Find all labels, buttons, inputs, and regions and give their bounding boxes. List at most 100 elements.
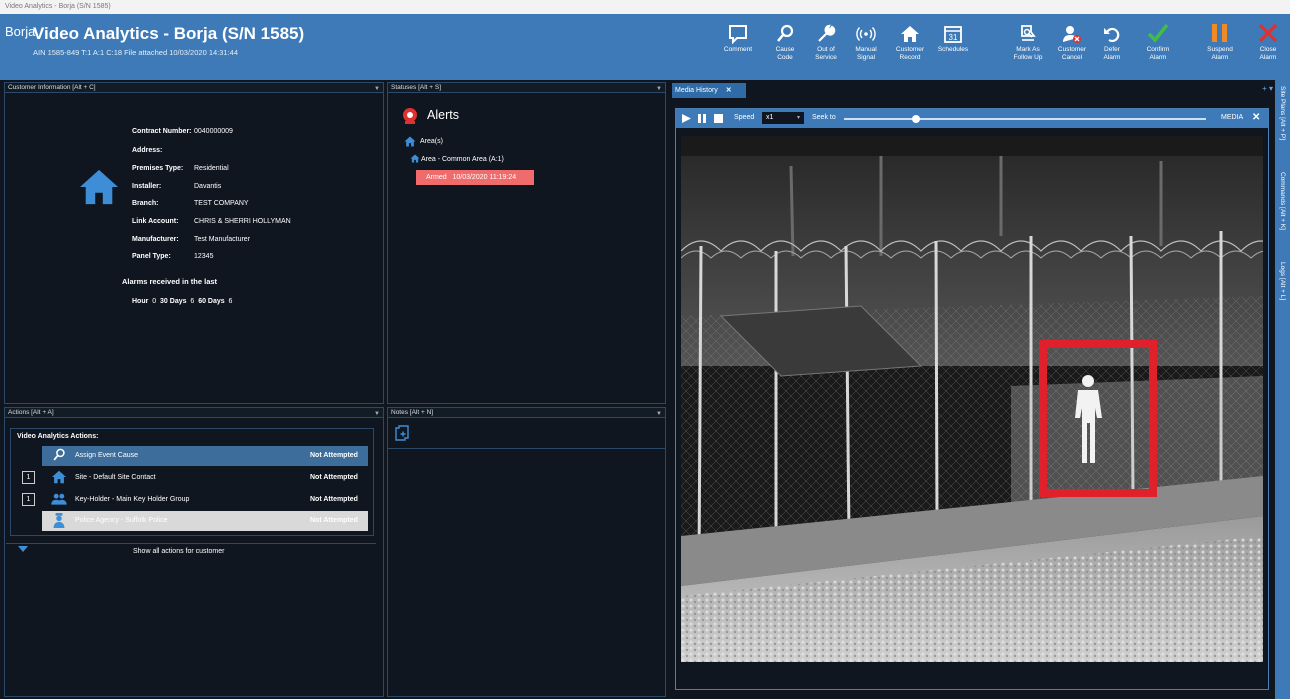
toolbar-label: Customer Cancel	[1057, 46, 1087, 61]
home-icon	[410, 154, 420, 163]
status-badge[interactable]: Armed 10/03/2020 11:19:24	[416, 170, 534, 185]
toolbar-label: Defer Alarm	[1103, 46, 1121, 61]
add-note-icon[interactable]	[395, 425, 409, 441]
alarm-header: Video Analytics - Borja (S/N 1585) AIN 1…	[0, 14, 1290, 80]
rail-site-plans[interactable]: Site Plans [Alt + P]	[1279, 86, 1286, 140]
pause-icon[interactable]	[698, 114, 707, 123]
panel-menu-icon[interactable]: ▼	[374, 84, 380, 94]
action-status: Not Attempted	[310, 496, 358, 503]
alerts-title: Alerts	[427, 108, 459, 122]
action-label[interactable]: Site - Default Site Contact	[75, 468, 156, 488]
customer-record-button[interactable]: Customer Record	[890, 14, 930, 80]
field-row: Contract Number: 0040000009	[132, 128, 233, 135]
panel-title: Actions [Alt + A]	[8, 409, 54, 416]
panel-menu-icon[interactable]: ▼	[374, 409, 380, 419]
seek-slider[interactable]	[844, 118, 1206, 120]
divider	[6, 543, 376, 544]
home-icon	[80, 169, 118, 205]
close-alarm-button[interactable]: Close Alarm	[1248, 14, 1288, 80]
close-icon[interactable]: ✕	[1252, 112, 1260, 123]
action-count: 1	[22, 493, 35, 506]
panel-menu-icon[interactable]: ▼	[656, 409, 662, 419]
out-of-service-button[interactable]: Out of Service	[806, 14, 846, 80]
seek-handle[interactable]	[912, 115, 921, 123]
area-item[interactable]: Area - Common Area (A:1)	[421, 156, 504, 163]
alarm-subtitle: AIN 1585-849 T:1 A:1 C:18 File attached …	[33, 48, 239, 57]
suspend-alarm-button[interactable]: Suspend Alarm	[1200, 14, 1240, 80]
pause-icon	[1212, 24, 1227, 42]
undo-icon	[1104, 27, 1120, 43]
search-icon	[777, 24, 794, 42]
alarms-heading: Alarms received in the last	[122, 277, 218, 286]
speed-label: Speed	[734, 114, 755, 121]
panel-title: Notes [Alt + N]	[391, 409, 434, 416]
customer-cancel-button[interactable]: Customer Cancel	[1052, 14, 1092, 80]
play-icon[interactable]	[682, 114, 691, 123]
toolbar-label: Mark As Follow Up	[1013, 46, 1043, 61]
cause-code-button[interactable]: Cause Code	[765, 14, 805, 80]
media-tab-bar: Media History ✕ + ▾	[670, 82, 1275, 98]
panel-title: Statuses [Alt + S]	[391, 84, 442, 91]
home-icon	[404, 136, 416, 147]
calendar-icon: 31	[944, 26, 962, 43]
field-row: Premises Type: Residential	[132, 165, 229, 172]
action-status: Not Attempted	[310, 517, 358, 524]
wrench-icon	[818, 24, 836, 42]
thermal-video-frame	[681, 136, 1263, 662]
areas-label[interactable]: Area(s)	[420, 138, 443, 145]
confirm-alarm-button[interactable]: Confirm Alarm	[1138, 14, 1178, 80]
chevron-down-icon[interactable]	[18, 546, 28, 552]
field-row: Address:	[132, 147, 163, 154]
panel-title: Customer Information [Alt + C]	[8, 84, 96, 91]
alarm-counts: Hour 0 30 Days 6 60 Days 6	[132, 298, 233, 305]
show-all-actions-link[interactable]: Show all actions for customer	[133, 548, 224, 555]
toolbar-label: Suspend Alarm	[1207, 46, 1233, 61]
customer-name: Borja	[5, 24, 36, 39]
tab-add-icon[interactable]: + ▾	[1262, 84, 1273, 93]
rail-logs[interactable]: Logs [Alt + L]	[1279, 262, 1286, 300]
calendar-day: 31	[949, 33, 958, 42]
action-label: Assign Event Cause	[75, 452, 139, 459]
alarm-siren-icon	[403, 108, 417, 124]
group-icon	[51, 493, 67, 505]
stop-icon[interactable]	[714, 114, 723, 123]
toolbar-label: Out of Service	[815, 46, 837, 61]
user-cancel-icon	[1063, 26, 1081, 43]
toolbar-label: Schedules	[937, 46, 969, 53]
action-label[interactable]: Key-Holder - Main Key Holder Group	[75, 490, 189, 510]
toolbar-label: Manual Signal	[855, 46, 877, 61]
signal-icon	[856, 27, 876, 41]
field-row: Panel Type: 12345	[132, 253, 214, 260]
actions-group-title: Video Analytics Actions:	[17, 433, 99, 440]
rail-commands[interactable]: Commands [Alt + K]	[1279, 172, 1286, 230]
tab-media-history[interactable]: Media History ✕	[672, 83, 746, 98]
panel-menu-icon[interactable]: ▼	[656, 84, 662, 94]
defer-alarm-button[interactable]: Defer Alarm	[1092, 14, 1132, 80]
search-icon	[53, 448, 65, 461]
action-count: 1	[22, 471, 35, 484]
toolbar-label: Customer Record	[895, 46, 925, 61]
action-status: Not Attempted	[310, 474, 358, 481]
seek-label: Seek to	[812, 114, 836, 121]
check-icon	[1147, 23, 1169, 43]
close-icon[interactable]: ✕	[726, 87, 732, 94]
comment-icon	[729, 25, 747, 44]
mark-follow-up-button[interactable]: Mark As Follow Up	[1008, 14, 1048, 80]
action-label: Police Agency - Suffolk Police	[75, 517, 168, 524]
police-icon	[53, 513, 65, 528]
manual-signal-button[interactable]: Manual Signal	[846, 14, 886, 80]
field-row: Installer: Davantis	[132, 183, 222, 190]
window-titlebar: Video Analytics - Borja (S/N 1585)	[0, 0, 1290, 14]
speed-select[interactable]: x1 ▾	[762, 112, 804, 124]
action-status: Not Attempted	[310, 452, 358, 459]
divider	[388, 448, 665, 449]
schedules-button[interactable]: 31 Schedules	[933, 14, 973, 80]
field-row: Manufacturer: Test Manufacturer	[132, 236, 251, 243]
notes-panel: Notes [Alt + N] ▼	[387, 407, 666, 697]
comment-button[interactable]: Comment	[718, 14, 758, 80]
close-icon	[1258, 23, 1278, 43]
field-row: Link Account: CHRIS & SHERRI HOLLYMAN	[132, 218, 291, 225]
toolbar-label: Close Alarm	[1259, 46, 1277, 61]
toolbar-label: Comment	[723, 46, 753, 53]
toolbar-label: Cause Code	[775, 46, 795, 61]
